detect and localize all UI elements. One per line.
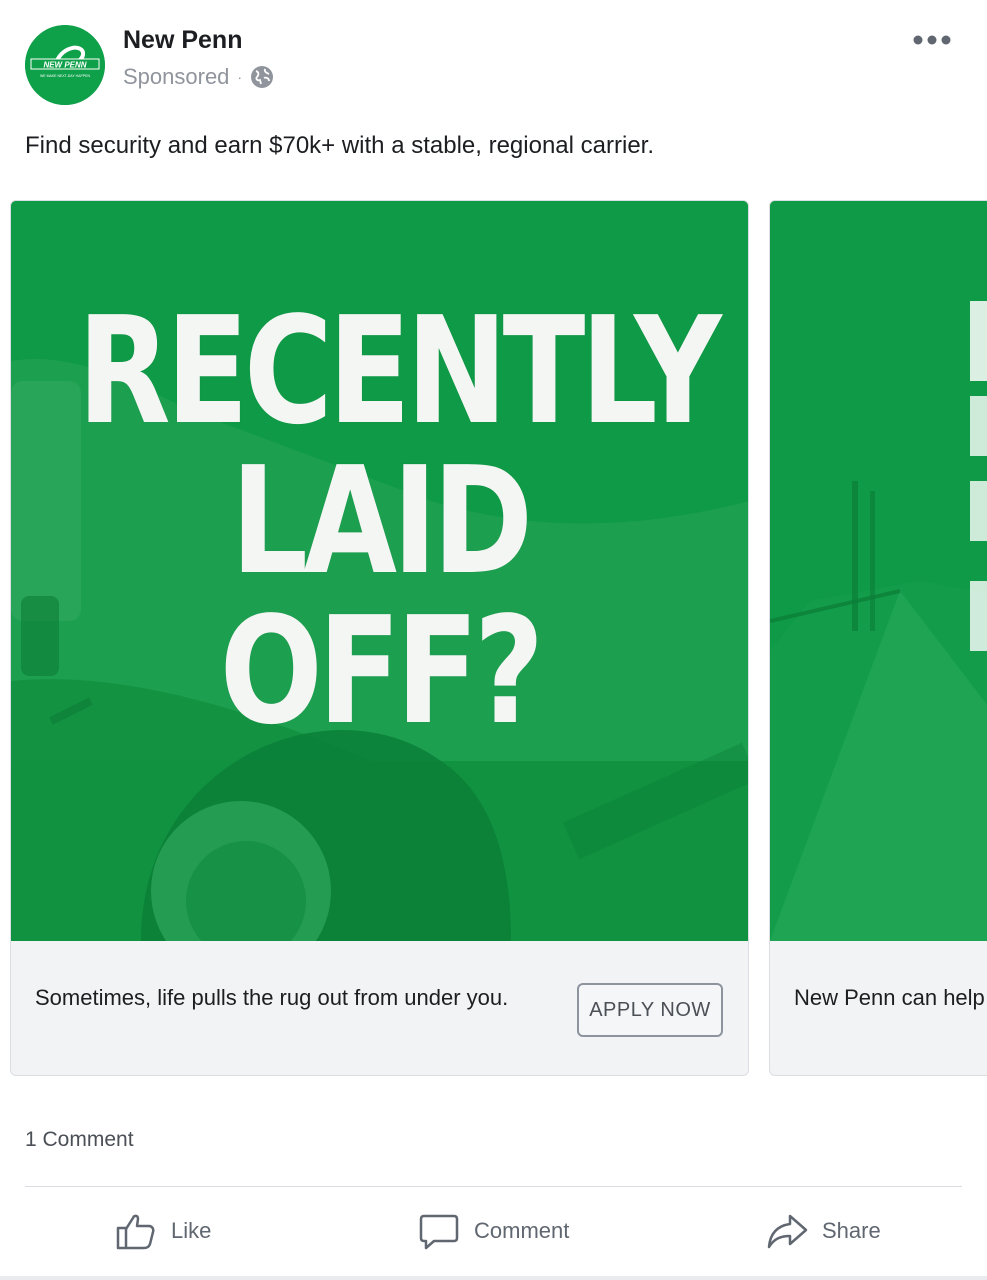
card-headline[interactable]: Sometimes, life pulls the rug out from u… [35, 985, 508, 1011]
new-penn-logo: NEW PENN WE MAKE NEXT-DAY HAPPEN [25, 25, 105, 105]
separator-dot: · [237, 69, 243, 85]
road-background [770, 201, 987, 941]
carousel-card[interactable]: New Penn can help [769, 200, 987, 1076]
card-headline[interactable]: New Penn can help [794, 985, 985, 1011]
share-label: Share [822, 1218, 881, 1243]
share-button[interactable]: Share [766, 1205, 881, 1257]
globe-icon [251, 66, 274, 88]
comment-label: Comment [474, 1218, 570, 1243]
carousel-card-footer: New Penn can help [770, 941, 987, 1075]
carousel-card-image[interactable] [770, 201, 987, 941]
image-headline-line-2: LAID OFF? [219, 435, 545, 757]
image-headline-line-1: RECENTLY [77, 285, 722, 457]
page-name[interactable]: New Penn [123, 26, 242, 55]
like-icon [116, 1214, 155, 1250]
post-caption: Find security and earn $70k+ with a stab… [25, 132, 655, 159]
comment-button[interactable]: Comment [418, 1205, 569, 1257]
bottom-separator [0, 1276, 987, 1280]
sponsored-row: Sponsored · [123, 64, 274, 90]
apply-now-button[interactable]: APPLY NOW [577, 983, 723, 1037]
like-button[interactable]: Like [115, 1205, 211, 1257]
divider [25, 1186, 962, 1187]
comments-count[interactable]: 1 Comment [25, 1128, 134, 1152]
logo-tagline: WE MAKE NEXT-DAY HAPPEN [40, 74, 91, 78]
sponsored-label[interactable]: Sponsored [123, 64, 229, 90]
comment-icon [419, 1214, 459, 1250]
more-options-icon[interactable] [910, 28, 954, 52]
logo-wordmark: NEW PENN [43, 61, 86, 70]
carousel-card-image[interactable]: RECENTLY LAID OFF? [11, 201, 748, 941]
carousel-card[interactable]: RECENTLY LAID OFF? Sometimes, life pulls… [10, 200, 749, 1076]
like-label: Like [171, 1218, 212, 1243]
share-icon [767, 1214, 808, 1249]
page-avatar[interactable]: NEW PENN WE MAKE NEXT-DAY HAPPEN [25, 25, 105, 105]
carousel-card-footer: Sometimes, life pulls the rug out from u… [11, 941, 748, 1075]
